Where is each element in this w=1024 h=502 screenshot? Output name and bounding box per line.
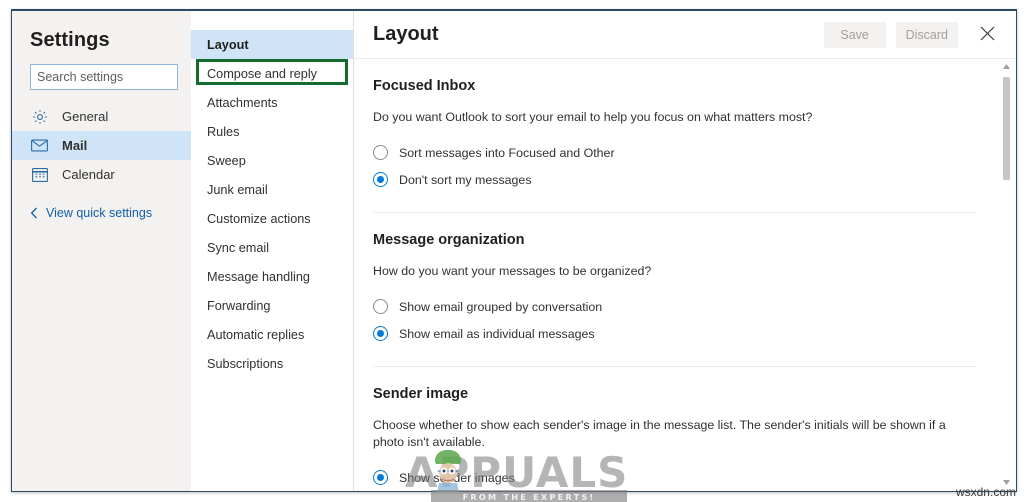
section-title-message-organization: Message organization (373, 232, 525, 248)
page-title: Layout (373, 23, 439, 45)
settings-title: Settings (30, 29, 110, 51)
nav-item-automatic-replies[interactable]: Automatic replies (191, 320, 353, 349)
radio-label-show-sender-images: Show sender images (399, 470, 515, 485)
nav-label-rules: Rules (207, 124, 240, 139)
section-sender-image: Sender image Choose whether to show each… (373, 367, 976, 491)
nav-item-layout[interactable]: Layout (191, 30, 353, 59)
search-settings-wrap (12, 52, 191, 90)
settings-category-list: General Mail Calendar (12, 102, 191, 189)
nav-item-compose-and-reply[interactable]: Compose and reply (191, 59, 353, 88)
discard-button[interactable]: Discard (895, 21, 958, 48)
nav-label-automatic-replies: Automatic replies (207, 327, 305, 342)
settings-content-pane: Layout Save Discard Focused Inbox Do you… (354, 11, 1016, 491)
section-description-focused-inbox: Do you want Outlook to sort your email t… (373, 110, 813, 124)
content-scroll-region[interactable]: Focused Inbox Do you want Outlook to sor… (354, 59, 1016, 491)
chevron-left-icon (30, 207, 38, 219)
screenshot-root: Settings General (0, 0, 1024, 502)
radio-button-unchecked[interactable] (373, 145, 388, 160)
gear-icon (30, 107, 49, 126)
radio-row-show-sender-images[interactable]: Show sender images (373, 464, 976, 491)
radio-button-checked[interactable] (373, 172, 388, 187)
settings-left-pane: Settings General (12, 11, 191, 491)
nav-item-attachments[interactable]: Attachments (191, 88, 353, 117)
nav-item-subscriptions[interactable]: Subscriptions (191, 349, 353, 378)
view-quick-settings-link[interactable]: View quick settings (12, 199, 191, 227)
nav-label-sync-email: Sync email (207, 240, 270, 255)
radio-label-grouped-by-conversation: Show email grouped by conversation (399, 299, 603, 314)
save-button[interactable]: Save (823, 21, 886, 48)
nav-label-junk-email: Junk email (207, 182, 268, 197)
close-button[interactable] (972, 20, 1002, 50)
radio-label-individual-messages: Show email as individual messages (399, 326, 595, 341)
radio-label-sort-focused-other: Sort messages into Focused and Other (399, 145, 615, 160)
envelope-icon (30, 136, 49, 155)
nav-item-forwarding[interactable]: Forwarding (191, 291, 353, 320)
mail-settings-nav-pane: Layout Compose and reply Attachments Rul… (191, 11, 354, 491)
radio-button-checked[interactable] (373, 326, 388, 341)
radio-row-dont-sort[interactable]: Don't sort my messages (373, 166, 976, 193)
section-title-focused-inbox: Focused Inbox (373, 78, 476, 94)
nav-item-sync-email[interactable]: Sync email (191, 233, 353, 262)
category-item-general[interactable]: General (12, 102, 191, 131)
radio-row-grouped-by-conversation[interactable]: Show email grouped by conversation (373, 293, 976, 320)
chevron-up-icon[interactable] (1000, 60, 1013, 73)
close-icon (980, 26, 995, 44)
radio-label-dont-sort: Don't sort my messages (399, 172, 532, 187)
nav-label-layout: Layout (207, 37, 249, 52)
nav-label-message-handling: Message handling (207, 269, 310, 284)
category-item-mail[interactable]: Mail (12, 131, 191, 160)
nav-item-junk-email[interactable]: Junk email (191, 175, 353, 204)
nav-item-customize-actions[interactable]: Customize actions (191, 204, 353, 233)
section-message-organization: Message organization How do you want you… (373, 213, 976, 347)
content-inner: Focused Inbox Do you want Outlook to sor… (373, 59, 1016, 491)
section-description-sender-image: Choose whether to show each sender's ima… (373, 418, 946, 449)
calendar-icon (30, 165, 49, 184)
chevron-down-icon[interactable] (1000, 476, 1013, 489)
section-title-sender-image: Sender image (373, 386, 469, 402)
nav-item-message-handling[interactable]: Message handling (191, 262, 353, 291)
content-header: Layout Save Discard (354, 11, 1016, 59)
nav-label-forwarding: Forwarding (207, 298, 271, 313)
radio-button-checked[interactable] (373, 470, 388, 485)
category-label-calendar: Calendar (62, 167, 115, 182)
category-label-mail: Mail (62, 138, 88, 153)
nav-label-attachments: Attachments (207, 95, 278, 110)
section-focused-inbox: Focused Inbox Do you want Outlook to sor… (373, 59, 976, 193)
radio-row-individual-messages[interactable]: Show email as individual messages (373, 320, 976, 347)
section-description-message-organization: How do you want your messages to be orga… (373, 264, 652, 278)
radio-button-unchecked[interactable] (373, 299, 388, 314)
nav-item-sweep[interactable]: Sweep (191, 146, 353, 175)
nav-label-customize-actions: Customize actions (207, 211, 311, 226)
nav-item-rules[interactable]: Rules (191, 117, 353, 146)
category-label-general: General (62, 109, 109, 124)
view-quick-settings-label: View quick settings (46, 206, 153, 220)
nav-label-subscriptions: Subscriptions (207, 356, 284, 371)
nav-label-sweep: Sweep (207, 153, 246, 168)
search-settings-input[interactable] (30, 64, 178, 90)
settings-dialog: Settings General (11, 9, 1017, 492)
category-item-calendar[interactable]: Calendar (12, 160, 191, 189)
radio-row-sort-focused-other[interactable]: Sort messages into Focused and Other (373, 139, 976, 166)
nav-label-compose-and-reply: Compose and reply (207, 66, 318, 81)
content-scrollbar[interactable] (1000, 60, 1013, 489)
scrollbar-thumb[interactable] (1003, 77, 1010, 180)
